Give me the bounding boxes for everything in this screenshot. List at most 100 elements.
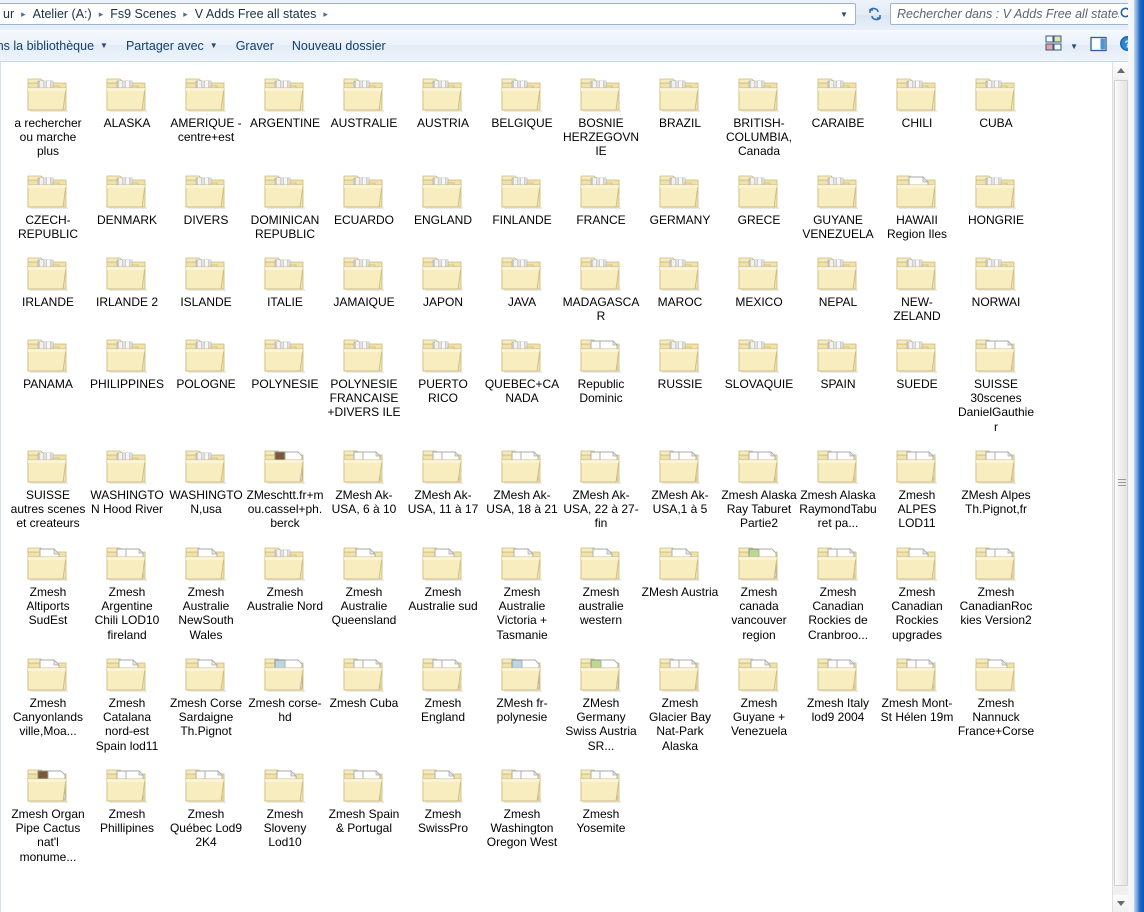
file-list-pane[interactable]: a rechercher ou marche plus ALASKA AMERIQU… xyxy=(0,62,1128,912)
folder-item[interactable]: PANAMA xyxy=(9,329,87,440)
folder-item[interactable]: ZMeschtt.fr+mou.cassel+ph.berck xyxy=(246,440,324,537)
folder-item[interactable]: Zmesh Alaska RaymondTaburet pa... xyxy=(799,440,877,537)
folder-item[interactable]: CZECH-REPUBLIC xyxy=(9,165,87,247)
folder-item[interactable]: Zmesh australie western xyxy=(562,537,640,648)
folder-item[interactable]: JAMAIQUE xyxy=(325,247,403,329)
folder-item[interactable]: QUEBEC+CANADA xyxy=(483,329,561,440)
folder-item[interactable]: BRITISH-COLUMBIA, Canada xyxy=(720,68,798,165)
folder-item[interactable]: DIVERS xyxy=(167,165,245,247)
vertical-scrollbar[interactable] xyxy=(1112,62,1129,912)
folder-item[interactable]: Republic Dominic xyxy=(562,329,640,440)
breadcrumb-item[interactable]: Fs9 Scenes xyxy=(106,5,180,23)
breadcrumb-item[interactable]: V Adds Free all states xyxy=(191,5,321,23)
share-with-button[interactable]: Partager avec ▼ xyxy=(117,35,227,57)
folder-item[interactable]: Zmesh Catalana nord-est Spain lod11 xyxy=(88,648,166,759)
folder-item[interactable]: ZMesh Ak-USA, 22 à 27-fin xyxy=(562,440,640,537)
folder-item[interactable]: POLOGNE xyxy=(167,329,245,440)
folder-item[interactable]: FRANCE xyxy=(562,165,640,247)
folder-item[interactable]: Zmesh Nannuck France+Corse xyxy=(957,648,1035,759)
folder-item[interactable]: Zmesh canada vancouver region xyxy=(720,537,798,648)
folder-item[interactable]: Zmesh SwissPro xyxy=(404,759,482,870)
folder-item[interactable]: NORWAI xyxy=(957,247,1035,329)
folder-item[interactable]: JAVA xyxy=(483,247,561,329)
folder-item[interactable]: ZMesh Ak-USA,1 à 5 xyxy=(641,440,719,537)
breadcrumb-item[interactable]: Atelier (A:) xyxy=(29,5,96,23)
folder-item[interactable]: BELGIQUE xyxy=(483,68,561,165)
folder-item[interactable]: PHILIPPINES xyxy=(88,329,166,440)
folder-item[interactable]: SUEDE xyxy=(878,329,956,440)
folder-item[interactable]: CHILI xyxy=(878,68,956,165)
folder-item[interactable]: SPAIN xyxy=(799,329,877,440)
folder-item[interactable]: NEPAL xyxy=(799,247,877,329)
folder-item[interactable]: AMERIQUE -centre+est xyxy=(167,68,245,165)
folder-item[interactable]: CUBA xyxy=(957,68,1035,165)
folder-item[interactable]: Zmesh Alaska Ray Taburet Partie2 xyxy=(720,440,798,537)
folder-item[interactable]: Zmesh Australie Queensland xyxy=(325,537,403,648)
folder-item[interactable]: Zmesh Guyane + Venezuela xyxy=(720,648,798,759)
folder-item[interactable]: Zmesh Canadian Rockies de Cranbroo... xyxy=(799,537,877,648)
folder-item[interactable]: Zmesh Cuba xyxy=(325,648,403,759)
folder-item[interactable]: ECUARDO xyxy=(325,165,403,247)
folder-item[interactable]: WASHINGTON Hood River xyxy=(88,440,166,537)
folder-item[interactable]: ZMesh Germany Swiss Austria SR... xyxy=(562,648,640,759)
folder-item[interactable]: Zmesh Washington Oregon West xyxy=(483,759,561,870)
folder-item[interactable]: RUSSIE xyxy=(641,329,719,440)
folder-item[interactable]: POLYNESIE xyxy=(246,329,324,440)
folder-item[interactable]: Zmesh Altiports SudEst xyxy=(9,537,87,648)
folder-item[interactable]: Zmesh England xyxy=(404,648,482,759)
folder-item[interactable]: Zmesh Organ Pipe Cactus nat'l monume... xyxy=(9,759,87,870)
folder-item[interactable]: MADAGASCAR xyxy=(562,247,640,329)
folder-item[interactable]: GRECE xyxy=(720,165,798,247)
chevron-down-icon[interactable]: ▼ xyxy=(835,6,853,22)
folder-item[interactable]: ZMesh Ak-USA, 11 à 17 xyxy=(404,440,482,537)
folder-item[interactable]: Zmesh Australie Victoria + Tasmanie xyxy=(483,537,561,648)
folder-item[interactable]: IRLANDE xyxy=(9,247,87,329)
folder-item[interactable]: Zmesh Italy lod9 2004 xyxy=(799,648,877,759)
new-folder-button[interactable]: Nouveau dossier xyxy=(283,35,395,57)
folder-item[interactable]: ENGLAND xyxy=(404,165,482,247)
folder-item[interactable]: ZMesh Ak-USA, 18 à 21 xyxy=(483,440,561,537)
folder-item[interactable]: Zmesh Glacier Bay Nat-Park Alaska xyxy=(641,648,719,759)
refresh-button[interactable] xyxy=(862,3,888,25)
folder-item[interactable]: MAROC xyxy=(641,247,719,329)
folder-item[interactable]: Zmesh CanadianRockies Version2 xyxy=(957,537,1035,648)
burn-button[interactable]: Graver xyxy=(227,35,283,57)
folder-item[interactable]: ALASKA xyxy=(88,68,166,165)
folder-item[interactable]: Zmesh Australie Nord xyxy=(246,537,324,648)
preview-pane-button[interactable] xyxy=(1086,34,1112,58)
folder-item[interactable]: Zmesh Yosemite xyxy=(562,759,640,870)
folder-item[interactable]: CARAIBE xyxy=(799,68,877,165)
folder-item[interactable]: SLOVAQUIE xyxy=(720,329,798,440)
folder-item[interactable]: Zmesh ALPES LOD11 xyxy=(878,440,956,537)
folder-item[interactable]: MEXICO xyxy=(720,247,798,329)
folder-item[interactable]: Zmesh Argentine Chili LOD10 fireland xyxy=(88,537,166,648)
folder-item[interactable]: WASHINGTON,usa xyxy=(167,440,245,537)
folder-item[interactable]: a rechercher ou marche plus xyxy=(9,68,87,165)
folder-item[interactable]: JAPON xyxy=(404,247,482,329)
folder-item[interactable]: Zmesh Spain & Portugal xyxy=(325,759,403,870)
folder-item[interactable]: Zmesh corse-hd xyxy=(246,648,324,759)
folder-item[interactable]: AUSTRALIE xyxy=(325,68,403,165)
folder-item[interactable]: Zmesh Australie NewSouth Wales xyxy=(167,537,245,648)
folder-item[interactable]: Zmesh Corse Sardaigne Th.Pignot xyxy=(167,648,245,759)
folder-item[interactable]: ISLANDE xyxy=(167,247,245,329)
folder-item[interactable]: Zmesh Australie sud xyxy=(404,537,482,648)
folder-item[interactable]: GUYANE VENEZUELA xyxy=(799,165,877,247)
folder-item[interactable]: Zmesh Mont-St Hélen 19m xyxy=(878,648,956,759)
scroll-down-button[interactable] xyxy=(1113,895,1129,912)
breadcrumb-item[interactable]: ur xyxy=(0,5,18,23)
folder-item[interactable]: BRAZIL xyxy=(641,68,719,165)
folder-item[interactable]: IRLANDE 2 xyxy=(88,247,166,329)
folder-item[interactable]: ZMesh Austria xyxy=(641,537,719,648)
folder-item[interactable]: Zmesh Canyonlands ville,Moa... xyxy=(9,648,87,759)
folder-item[interactable]: Zmesh Québec Lod9 2K4 xyxy=(167,759,245,870)
folder-item[interactable]: Zmesh Canadian Rockies upgrades xyxy=(878,537,956,648)
folder-item[interactable]: SUISSE 30scenes DanielGauthier xyxy=(957,329,1035,440)
folder-item[interactable]: NEW-ZELAND xyxy=(878,247,956,329)
folder-item[interactable]: HAWAII Region Iles xyxy=(878,165,956,247)
change-view-button[interactable] xyxy=(1040,34,1066,58)
folder-item[interactable]: DOMINICAN REPUBLIC xyxy=(246,165,324,247)
folder-item[interactable]: ARGENTINE xyxy=(246,68,324,165)
folder-item[interactable]: HONGRIE xyxy=(957,165,1035,247)
folder-item[interactable]: PUERTO RICO xyxy=(404,329,482,440)
